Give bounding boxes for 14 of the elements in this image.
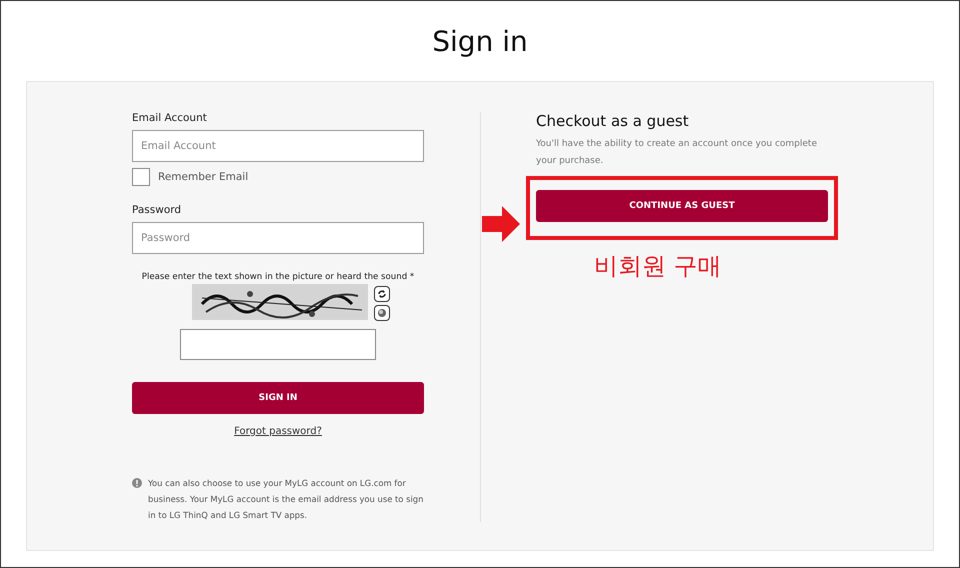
password-field[interactable]: Password xyxy=(132,222,424,254)
continue-as-guest-button[interactable]: CONTINUE AS GUEST xyxy=(536,190,828,222)
info-note: You can also choose to use your MyLG account on LG.com for business. Your MyLG account is the email address you use to sign in to LG ThinQ and LG Smart TV apps. xyxy=(148,477,424,522)
captcha-prompt: Please enter the text shown in the picture or heard the sound * xyxy=(140,272,416,282)
guest-heading: Checkout as a guest xyxy=(536,112,690,130)
email-field[interactable]: Email Account xyxy=(132,130,424,162)
field-label: Email Account xyxy=(132,112,208,124)
sign-in-button[interactable]: SIGN IN xyxy=(132,382,424,414)
field-label: Password xyxy=(132,204,182,216)
forgot-password-link[interactable]: Forgot password? xyxy=(234,426,322,437)
checkbox-label: Remember Email xyxy=(158,171,248,183)
guest-description: You'll have the ability to create an account once you complete your purchase. xyxy=(536,138,818,168)
annotation-text: 비회원 구매 xyxy=(594,251,723,282)
page-title: Sign in xyxy=(431,24,529,60)
